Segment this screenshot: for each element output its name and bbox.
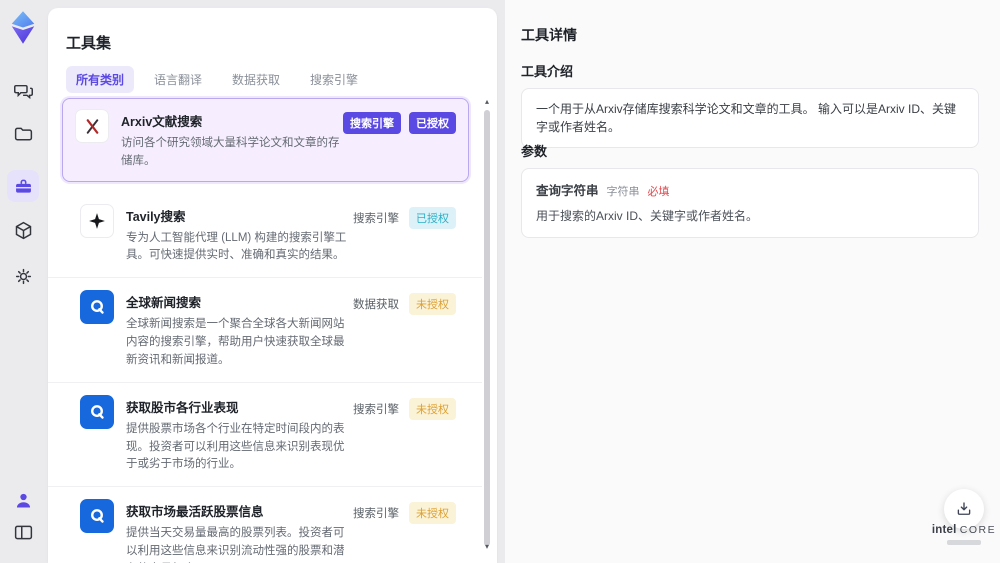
tool-name: Arxiv文献搜索: [121, 115, 203, 129]
cube-icon: [15, 221, 31, 239]
param-name: 查询字符串: [536, 184, 599, 198]
panel-layout-icon: [14, 525, 32, 539]
intel-core-badge: intel CORE: [922, 524, 1000, 545]
brand-core: CORE: [959, 524, 997, 536]
left-rail: [0, 0, 46, 563]
tool-auth-badge: 已授权: [409, 206, 456, 229]
tool-row-arxiv[interactable]: Arxiv文献搜索 访问各个研究领域大量科学论文和文章的存储库。 搜索引擎 已授…: [62, 98, 469, 182]
page-title: 工具集: [66, 35, 112, 52]
tavily-sparkle-icon: [80, 203, 114, 238]
brand-intel: intel: [931, 524, 957, 536]
scroll-down-arrow[interactable]: ▾: [483, 543, 491, 551]
news-q-logo-icon: [80, 394, 114, 429]
tool-list: Arxiv文献搜索 访问各个研究领域大量科学论文和文章的存储库。 搜索引擎 已授…: [48, 94, 482, 563]
tool-category-label: 搜索引擎: [353, 212, 399, 225]
tool-category-label: 数据获取: [353, 299, 399, 312]
sidebar-item-files[interactable]: [7, 118, 39, 150]
tool-auth-badge: 未授权: [409, 502, 456, 525]
tool-category-badge: 搜索引擎: [343, 112, 401, 134]
tool-row-global-news[interactable]: 全球新闻搜索 全球新闻搜索是一个聚合全球各大新闻网站内容的搜索引擎，帮助用户快速…: [48, 278, 482, 383]
download-button[interactable]: [944, 489, 984, 529]
intro-heading: 工具介绍: [521, 64, 574, 79]
sidebar-item-settings[interactable]: [7, 260, 39, 292]
tab-all-categories[interactable]: 所有类别: [66, 66, 135, 93]
category-tabs: 所有类别 语言翻译 数据获取 搜索引擎: [66, 66, 368, 93]
toolbox-icon: [15, 179, 31, 193]
brand-underbar: [947, 540, 981, 545]
tab-language-translation[interactable]: 语言翻译: [144, 66, 212, 93]
tool-name: Tavily搜索: [126, 209, 186, 224]
tool-name: 获取市场最活跃股票信息: [126, 505, 264, 520]
folder-icon: [14, 127, 32, 140]
intro-box: 一个用于从Arxiv存储库搜索科学论文和文章的工具。 输入可以是Arxiv ID…: [521, 88, 979, 148]
param-box: 查询字符串 字符串 必填 用于搜索的Arxiv ID、关键字或作者姓名。: [521, 168, 979, 238]
user-icon: [16, 493, 30, 507]
tool-list-panel: 工具集 所有类别 语言翻译 数据获取 搜索引擎 Arxiv文献搜索 访问各个研究…: [48, 8, 497, 563]
download-icon: [957, 502, 971, 515]
params-heading: 参数: [521, 144, 548, 159]
tool-auth-badge: 已授权: [409, 112, 456, 134]
detail-title: 工具详情: [521, 27, 577, 43]
tool-description: 提供股票市场各个行业在特定时间段内的表现。投资者可以利用这些信息来识别表现优于或…: [126, 422, 345, 471]
sidebar-item-packages[interactable]: [7, 214, 39, 246]
sidebar-item-collapse-panel[interactable]: [7, 516, 39, 548]
intro-text: 一个用于从Arxiv存储库搜索科学论文和文章的工具。 输入可以是Arxiv ID…: [536, 102, 957, 134]
chat-icon: [13, 84, 33, 99]
arxiv-logo-icon: [75, 109, 109, 143]
tool-name: 获取股市各行业表现: [126, 400, 239, 415]
tool-auth-badge: 未授权: [409, 293, 456, 316]
tool-row-active-stocks[interactable]: 获取市场最活跃股票信息 提供当天交易量最高的股票列表。投资者可以利用这些信息来识…: [48, 487, 482, 563]
sidebar-item-profile[interactable]: [7, 484, 39, 516]
tool-category-label: 搜索引擎: [353, 403, 399, 416]
scrollbar-thumb[interactable]: [484, 110, 490, 546]
gear-icon: [15, 268, 31, 284]
tab-search-engine[interactable]: 搜索引擎: [300, 66, 368, 93]
tool-name: 全球新闻搜索: [126, 296, 202, 311]
tool-auth-badge: 未授权: [409, 397, 456, 420]
param-required-flag: 必填: [647, 186, 670, 198]
tool-description: 访问各个研究领域大量科学论文和文章的存储库。: [121, 137, 340, 167]
tool-description: 提供当天交易量最高的股票列表。投资者可以利用这些信息来识别流动性强的股票和潜在的…: [126, 527, 345, 563]
tool-description: 全球新闻搜索是一个聚合全球各大新闻网站内容的搜索引擎，帮助用户快速获取全球最新资…: [126, 318, 345, 366]
tool-category-label: 搜索引擎: [353, 508, 399, 521]
param-description: 用于搜索的Arxiv ID、关键字或作者姓名。: [536, 209, 759, 223]
app-logo-icon: [8, 10, 38, 44]
news-q-logo-icon: [80, 290, 114, 325]
tool-detail-panel: 工具详情 工具介绍 一个用于从Arxiv存储库搜索科学论文和文章的工具。 输入可…: [505, 0, 1000, 563]
news-q-logo-icon: [80, 499, 114, 534]
sidebar-item-toolbox-active[interactable]: [7, 170, 39, 202]
tab-data-fetch[interactable]: 数据获取: [222, 66, 290, 93]
tool-row-stock-sectors[interactable]: 获取股市各行业表现 提供股票市场各个行业在特定时间段内的表现。投资者可以利用这些…: [48, 383, 482, 488]
param-type: 字符串: [606, 186, 640, 198]
sidebar-item-chat[interactable]: [7, 74, 39, 106]
scroll-up-arrow[interactable]: ▴: [483, 98, 491, 106]
tool-description: 专为人工智能代理 (LLM) 构建的搜索引擎工具。可快速提供实时、准确和真实的结…: [126, 231, 347, 262]
list-scrollbar: ▴ ▾: [483, 98, 491, 559]
tool-row-tavily[interactable]: Tavily搜索 专为人工智能代理 (LLM) 构建的搜索引擎工具。可快速提供实…: [48, 192, 482, 279]
